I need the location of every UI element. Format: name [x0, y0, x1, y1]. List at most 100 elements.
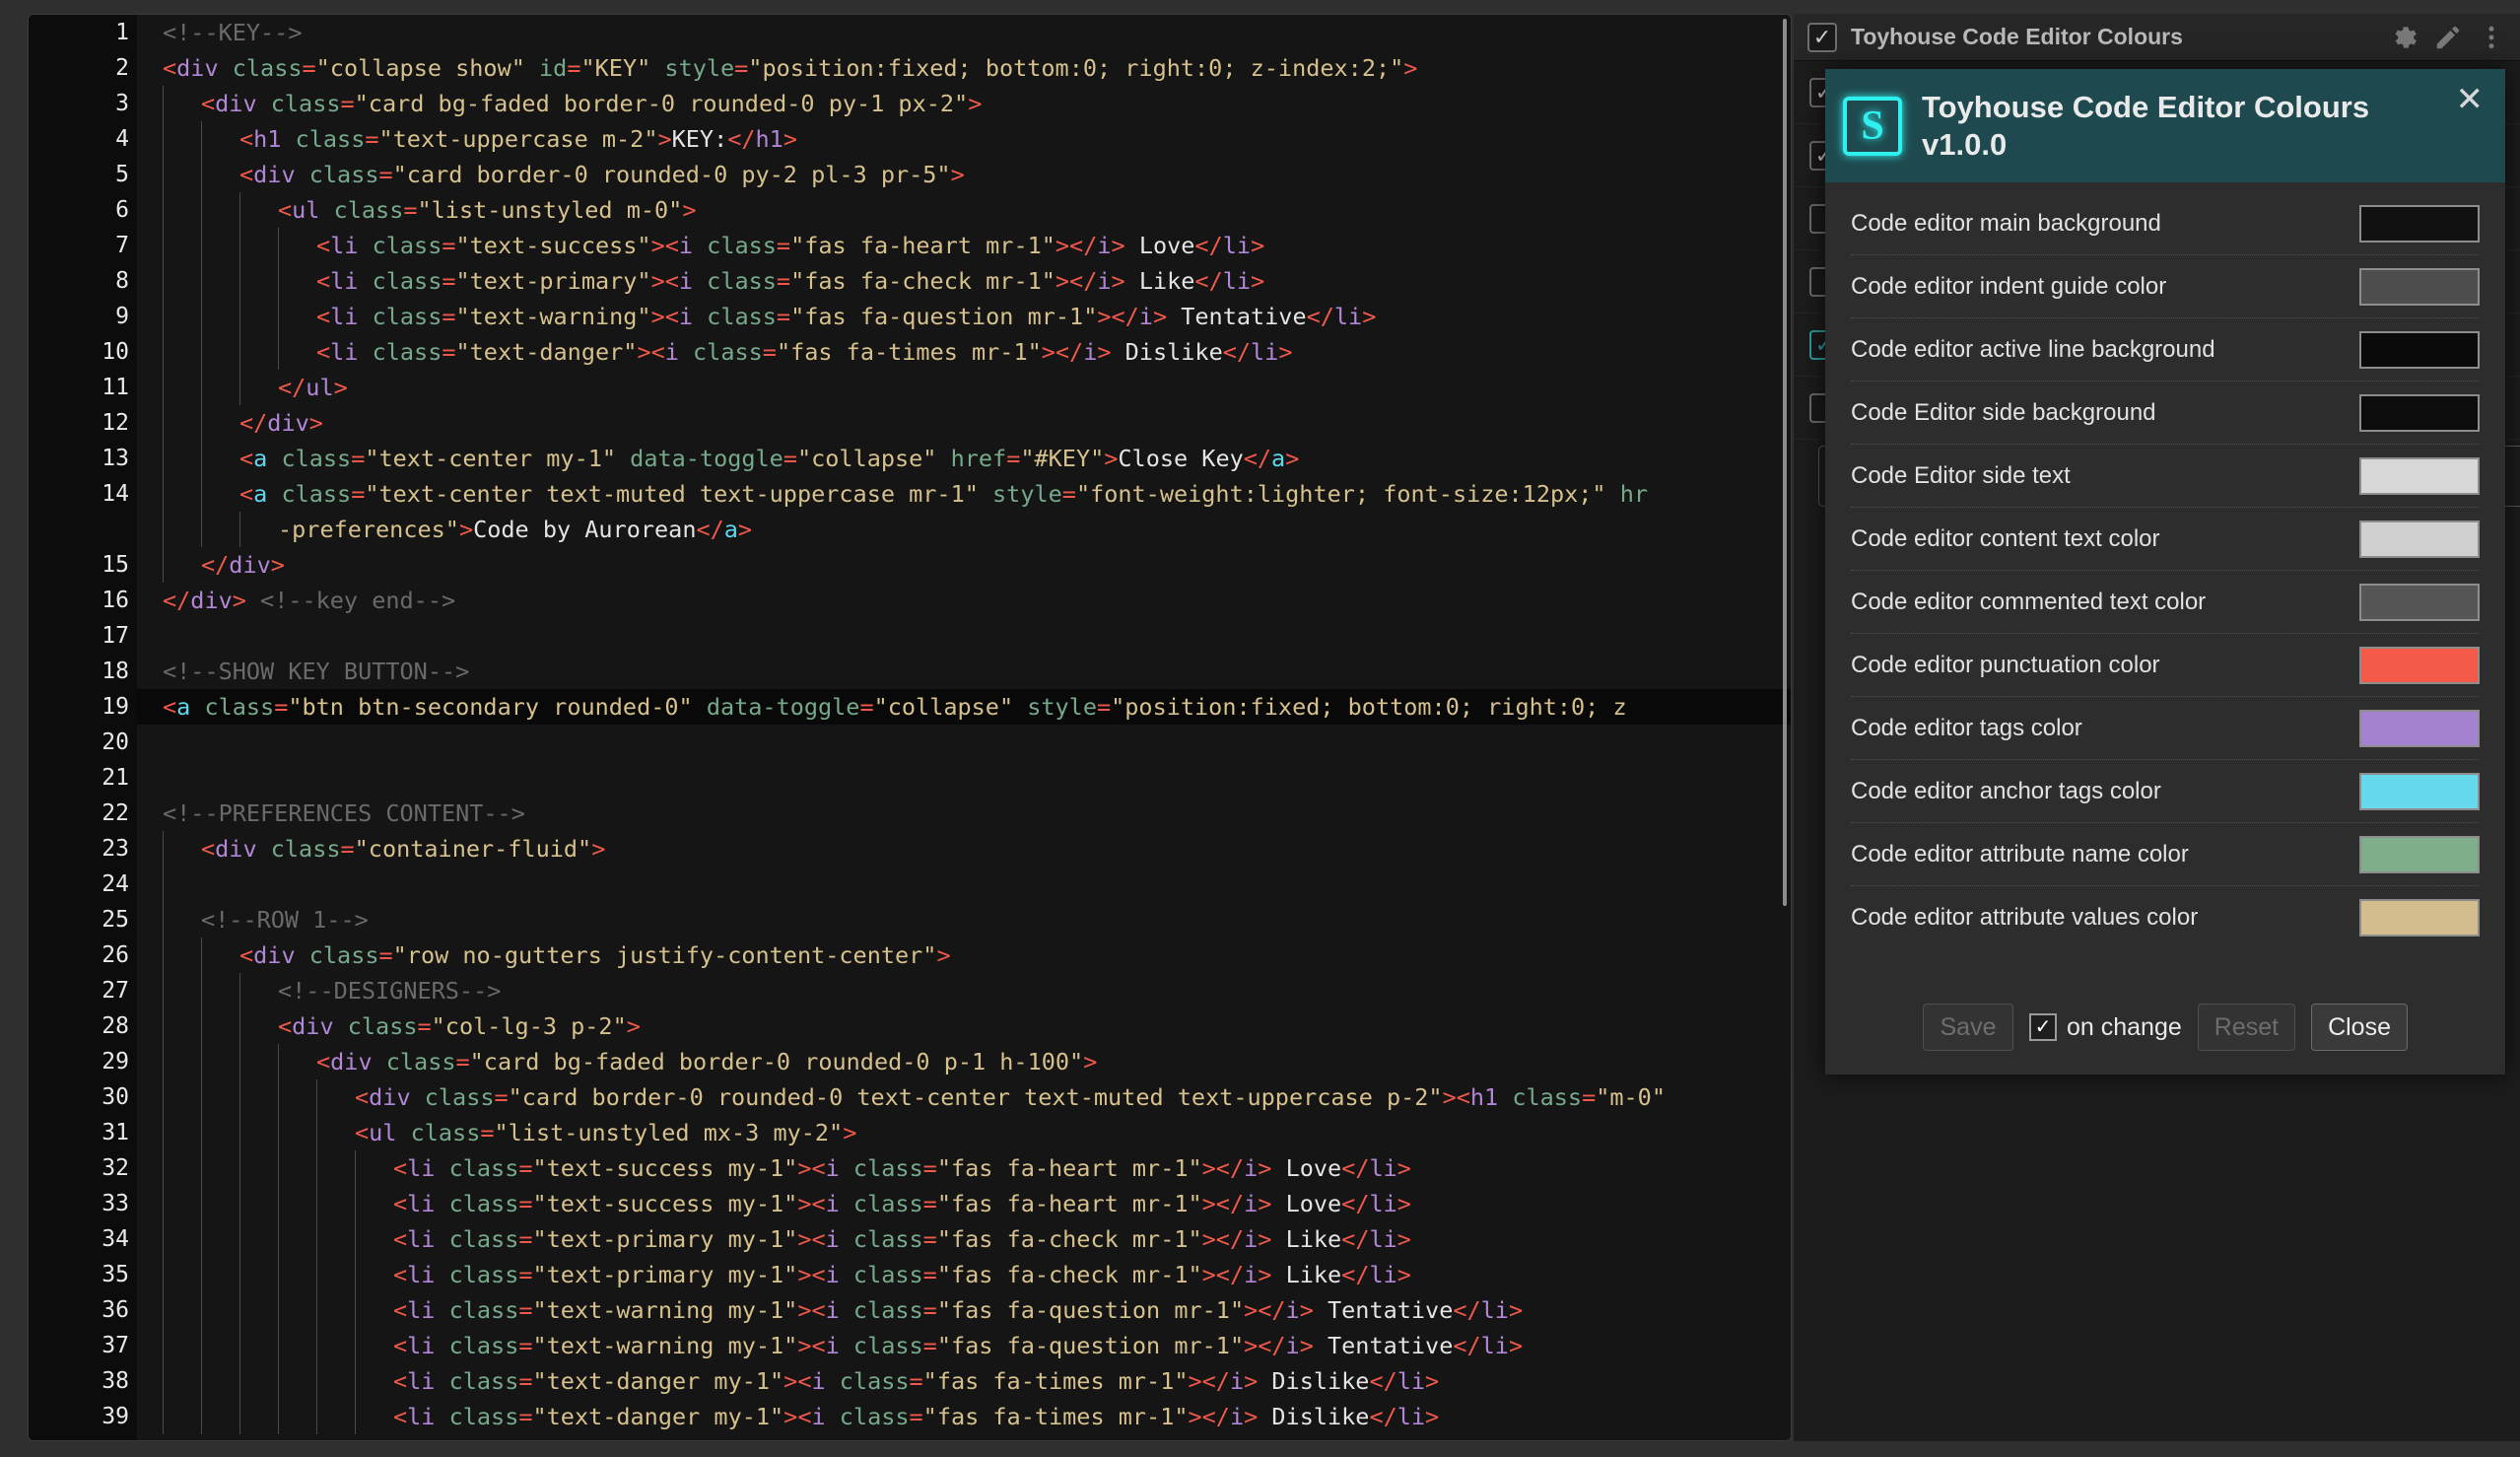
editor-code-line[interactable] [137, 867, 1791, 902]
color-swatch[interactable] [2359, 835, 2480, 873]
code-token: = [1006, 445, 1021, 472]
editor-code-line[interactable]: </ul> [137, 370, 1791, 405]
code-editor[interactable]: 1 2▾3▾ 4 5▾6▾ 7 8 9 10 11 12 13 14 15 16 17 18 19 20 21 22 2… [28, 14, 1792, 1441]
code-token: > [270, 551, 285, 579]
editor-code-line[interactable]: <div class="row no-gutters justify-conte… [137, 937, 1791, 973]
code-token: i [825, 1154, 840, 1182]
editor-code-line[interactable]: <!--ROW 1--> [137, 902, 1791, 937]
code-token: i [1285, 1296, 1300, 1324]
code-token: > [737, 516, 753, 543]
kebab-menu-icon[interactable] [2477, 23, 2506, 52]
editor-code-line[interactable]: <!--SHOW KEY BUTTON--> [137, 654, 1791, 689]
code-token: ></ [1201, 1190, 1245, 1217]
color-swatch[interactable] [2359, 646, 2480, 684]
indent-guide [278, 1115, 316, 1150]
code-token: i [664, 338, 679, 366]
indent-guide [163, 1150, 201, 1186]
editor-code-line[interactable]: <li class="text-primary my-1"><i class="… [137, 1221, 1791, 1257]
save-button[interactable]: Save [1922, 1004, 2013, 1051]
style-title: Toyhouse Code Editor Colours [1851, 24, 2183, 49]
editor-code-line[interactable]: <a class="text-center my-1" data-toggle=… [137, 441, 1791, 476]
editor-code-line[interactable]: <div class="card bg-faded border-0 round… [137, 1044, 1791, 1079]
editor-code-line[interactable]: <!--KEY--> [137, 15, 1791, 50]
pencil-icon[interactable] [2433, 23, 2463, 52]
editor-code-line[interactable]: </div> [137, 547, 1791, 583]
code-token: <!--KEY--> [163, 19, 303, 46]
code-token: "fas fa-times mr-1" [922, 1367, 1189, 1395]
editor-code-line[interactable]: <div class="collapse show" id="KEY" styl… [137, 50, 1791, 86]
editor-code-area[interactable]: <!--KEY--> <div class="collapse show" id=… [137, 15, 1791, 1440]
close-icon[interactable]: ✕ [2456, 83, 2485, 116]
color-swatch[interactable] [2359, 393, 2480, 432]
on-change-toggle[interactable]: ✓ on change [2028, 1013, 2182, 1042]
code-token: > [1244, 1367, 1259, 1395]
editor-code-line[interactable]: </div> <!--key end--> [137, 583, 1791, 618]
color-swatch[interactable] [2359, 267, 2480, 306]
editor-code-line[interactable] [137, 760, 1791, 796]
editor-code-line[interactable]: <h1 class="text-uppercase m-2">KEY:</h1> [137, 121, 1791, 157]
editor-code-line[interactable]: <!--PREFERENCES CONTENT--> [137, 796, 1791, 831]
editor-code-line[interactable]: <li class="text-danger"><i class="fas fa… [137, 334, 1791, 370]
code-token: "card bg-faded border-0 rounded-0 p-1 h-… [469, 1048, 1084, 1075]
editor-code-line[interactable]: <li class="text-warning"><i class="fas f… [137, 299, 1791, 334]
editor-code-line[interactable]: <li class="text-success"><i class="fas f… [137, 228, 1791, 263]
code-token: > [1396, 1261, 1411, 1288]
color-swatch[interactable] [2359, 204, 2480, 243]
indent-guide [355, 1363, 393, 1399]
indent-guide [316, 1221, 355, 1257]
editor-code-line[interactable]: </div> [137, 405, 1791, 441]
color-swatch[interactable] [2359, 520, 2480, 558]
code-token: > [591, 835, 606, 863]
code-token: = [417, 1012, 432, 1040]
editor-code-line[interactable]: <li class="text-warning my-1"><i class="… [137, 1292, 1791, 1328]
color-swatch[interactable] [2359, 330, 2480, 369]
editor-code-line[interactable] [137, 725, 1791, 760]
editor-code-line[interactable]: <div class="col-lg-3 p-2"> [137, 1008, 1791, 1044]
on-change-checkbox[interactable]: ✓ [2028, 1013, 2057, 1041]
code-token: "text-danger my-1" [532, 1367, 784, 1395]
color-swatch[interactable] [2359, 456, 2480, 495]
indent-guide [163, 1328, 201, 1363]
code-token: li [407, 1225, 436, 1253]
reset-button[interactable]: Reset [2197, 1004, 2296, 1051]
code-token: ></ [1041, 338, 1084, 366]
editor-code-line[interactable]: <div class="card border-0 rounded-0 text… [137, 1079, 1791, 1115]
editor-code-line[interactable]: <li class="text-primary"><i class="fas f… [137, 263, 1791, 299]
editor-code-line[interactable]: <!--DESIGNERS--> [137, 973, 1791, 1008]
editor-code-line[interactable]: <div class="card border-0 rounded-0 py-2… [137, 157, 1791, 192]
code-token: > [1258, 1225, 1272, 1253]
indent-guide [163, 157, 201, 192]
style-enabled-checkbox[interactable]: ✓ [1807, 22, 1837, 52]
editor-code-line[interactable]: <div class="container-fluid"> [137, 831, 1791, 867]
editor-code-line[interactable]: <li class="text-danger my-1"><i class="f… [137, 1399, 1791, 1434]
editor-line-number: 14 [102, 481, 129, 507]
gear-icon[interactable] [2390, 23, 2419, 52]
color-option-row: Code editor active line background [1851, 318, 2480, 382]
editor-vertical-scrollbar[interactable] [1783, 19, 1787, 906]
color-swatch[interactable] [2359, 709, 2480, 747]
editor-code-line[interactable]: <a class="btn btn-secondary rounded-0" d… [137, 689, 1791, 725]
editor-code-line[interactable]: <li class="text-warning my-1"><i class="… [137, 1328, 1791, 1363]
color-swatch[interactable] [2359, 583, 2480, 621]
editor-code-line[interactable] [137, 618, 1791, 654]
code-token: = [567, 54, 581, 82]
editor-code-line[interactable]: <a class="text-center text-muted text-up… [137, 476, 1791, 512]
editor-code-line[interactable]: -preferences">Code by Aurorean</a> [137, 512, 1791, 547]
editor-code-line[interactable]: <li class="text-danger my-1"><i class="f… [137, 1363, 1791, 1399]
code-token: < [355, 1083, 370, 1111]
editor-code-line[interactable]: <li class="text-primary my-1"><i class="… [137, 1257, 1791, 1292]
editor-code-line[interactable]: <ul class="list-unstyled m-0"> [137, 192, 1791, 228]
color-option-row: Code editor attribute name color [1851, 823, 2480, 886]
code-token: = [365, 125, 379, 153]
editor-code-line[interactable]: <div class="card bg-faded border-0 round… [137, 86, 1791, 121]
close-button[interactable]: Close [2311, 1004, 2408, 1051]
color-swatch[interactable] [2359, 772, 2480, 810]
color-swatch[interactable] [2359, 899, 2480, 937]
editor-code-line[interactable]: <li class="text-success my-1"><i class="… [137, 1186, 1791, 1221]
editor-code-line[interactable]: <li class="text-success my-1"><i class="… [137, 1150, 1791, 1186]
indent-guide [239, 228, 278, 263]
editor-code-line[interactable]: <ul class="list-unstyled mx-3 my-2"> [137, 1115, 1791, 1150]
indent-guide [163, 1399, 201, 1434]
style-config-dialog[interactable]: S Toyhouse Code Editor Colours v1.0.0 ✕ … [1825, 69, 2505, 1075]
indent-guide [201, 1115, 239, 1150]
